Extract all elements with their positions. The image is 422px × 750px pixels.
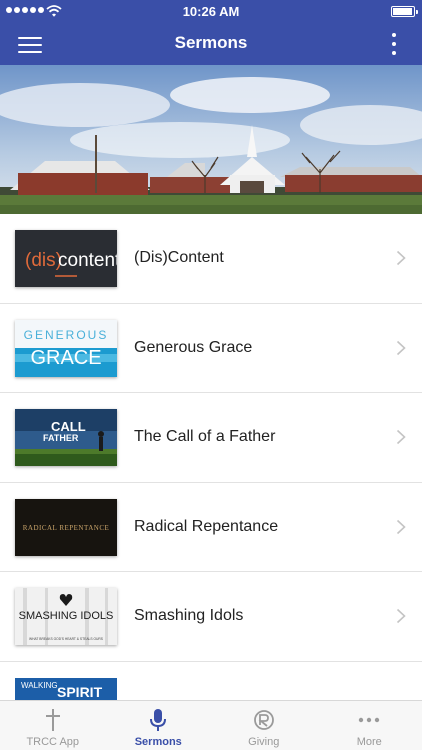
tab-trcc-app[interactable]: TRCC App	[0, 701, 106, 750]
svg-text:CALL: CALL	[51, 419, 86, 434]
vertical-more-icon[interactable]	[390, 32, 398, 56]
svg-text:GRACE: GRACE	[30, 347, 101, 369]
status-time: 10:26 AM	[182, 4, 240, 19]
tab-giving[interactable]: Giving	[211, 701, 317, 750]
cross-icon	[45, 709, 60, 731]
sermon-row-partial[interactable]: WALKING SPIRIT	[0, 662, 422, 700]
svg-text:SPIRIT: SPIRIT	[57, 684, 103, 700]
battery-icon	[391, 6, 418, 17]
svg-text:RADICAL REPENTANCE: RADICAL REPENTANCE	[23, 524, 110, 532]
svg-text:content: content	[58, 250, 117, 271]
bottom-tab-bar: TRCC App Sermons Giving More	[0, 700, 422, 750]
tab-label: Sermons	[134, 736, 182, 748]
sermon-row-smashing-idols[interactable]: SMASHING IDOLS WHAT BREAKS GOD'S HEART &…	[0, 572, 422, 662]
chevron-right-icon	[396, 519, 406, 534]
sermon-title: Radical Repentance	[134, 517, 279, 535]
chevron-right-icon	[396, 608, 406, 624]
sermon-row-call-of-a-father[interactable]: CALL FATHER The Call of a Father	[0, 393, 422, 483]
chevron-right-icon	[396, 429, 406, 445]
sermon-thumbnail: SMASHING IDOLS WHAT BREAKS GOD'S HEART &…	[15, 588, 117, 645]
sermon-row-dis-content[interactable]: (dis) content (Dis)Content	[0, 214, 422, 304]
svg-text:(dis): (dis)	[25, 250, 62, 271]
svg-text:FATHER: FATHER	[43, 433, 79, 443]
app-header: Sermons	[0, 22, 422, 65]
sermon-list: (dis) content (Dis)Content GENEROUS GRAC…	[0, 214, 422, 662]
microphone-icon	[150, 709, 167, 731]
sermon-thumbnail: (dis) content	[15, 230, 117, 287]
sermon-title: Generous Grace	[134, 338, 253, 356]
sermon-title: (Dis)Content	[134, 249, 224, 266]
sermon-row-generous-grace[interactable]: GENEROUS GRACE Generous Grace	[0, 303, 422, 393]
status-bar: 10:26 AM	[0, 0, 422, 22]
ellipsis-icon	[359, 717, 380, 723]
sermon-thumbnail: RADICAL REPENTANCE	[15, 498, 117, 556]
svg-text:GENEROUS: GENEROUS	[24, 328, 109, 342]
chevron-right-icon	[396, 250, 406, 266]
sermon-row-radical-repentance[interactable]: RADICAL REPENTANCE Radical Repentance	[0, 482, 422, 572]
tab-label: TRCC App	[26, 736, 80, 748]
svg-text:SMASHING IDOLS: SMASHING IDOLS	[19, 610, 114, 622]
sermon-title: The Call of a Father	[134, 428, 276, 445]
tab-label: Giving	[248, 736, 280, 748]
tab-more[interactable]: More	[317, 701, 422, 750]
tab-label: More	[356, 736, 382, 748]
sermon-thumbnail: WALKING SPIRIT	[15, 678, 117, 700]
svg-text:WALKING: WALKING	[21, 681, 58, 690]
sermon-thumbnail: GENEROUS GRACE	[15, 319, 117, 377]
tab-sermons[interactable]: Sermons	[106, 701, 212, 750]
sermon-thumbnail: CALL FATHER	[15, 409, 117, 466]
church-banner-image	[0, 65, 422, 214]
svg-text:WHAT BREAKS GOD'S HEART & STEA: WHAT BREAKS GOD'S HEART & STEALS OURS	[29, 637, 104, 641]
chevron-right-icon	[396, 340, 406, 355]
giving-icon	[253, 710, 274, 730]
page-title: Sermons	[174, 33, 248, 52]
sermon-title: Smashing Idols	[134, 607, 244, 624]
